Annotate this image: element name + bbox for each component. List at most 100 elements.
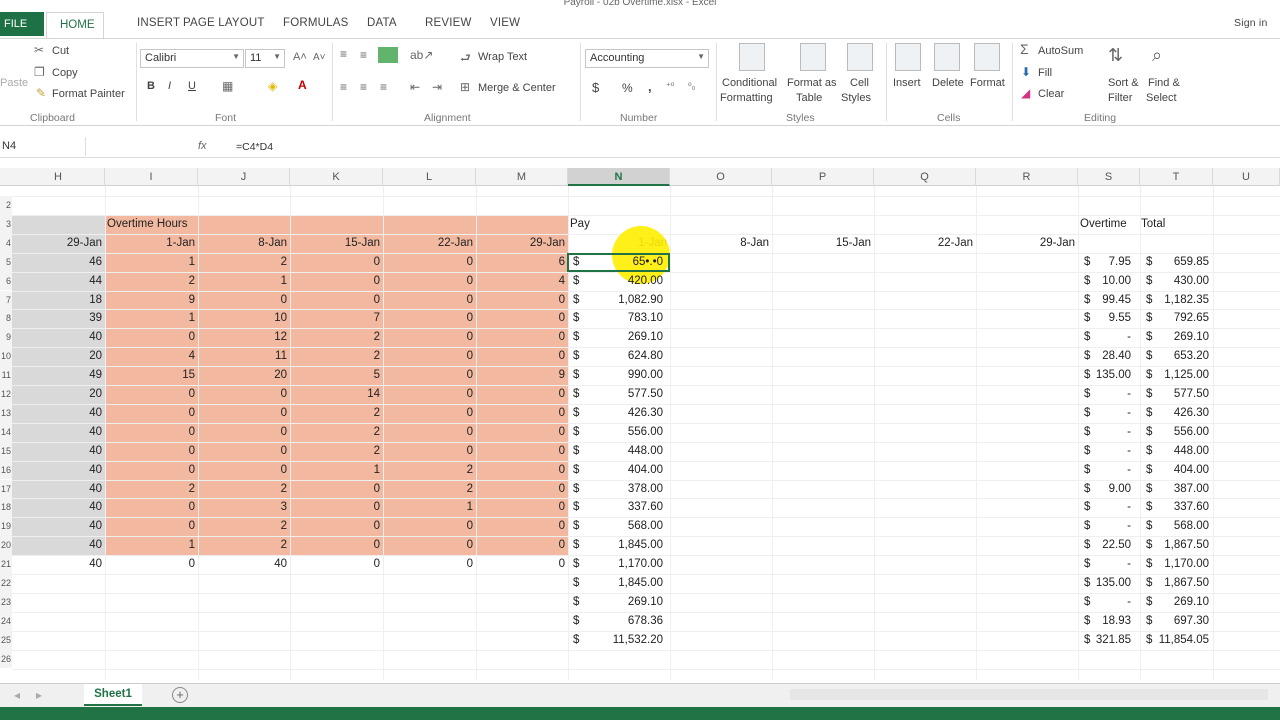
- hours-cell[interactable]: 40: [12, 517, 105, 536]
- overtime-cell[interactable]: -: [1094, 461, 1134, 480]
- hours-cell[interactable]: 7: [290, 309, 383, 328]
- sign-in-link[interactable]: Sign in: [1234, 17, 1268, 29]
- hours-cell[interactable]: 0: [476, 347, 568, 366]
- align-bottom-icon[interactable]: [378, 47, 398, 63]
- column-header-h[interactable]: H: [12, 168, 105, 186]
- hours-cell[interactable]: 0: [476, 309, 568, 328]
- hours-cell[interactable]: 1: [105, 536, 198, 555]
- hours-cell[interactable]: 1: [383, 498, 476, 517]
- date-header[interactable]: 1-Jan: [105, 234, 198, 253]
- hours-cell[interactable]: 0: [198, 461, 290, 480]
- pay-cell[interactable]: 990.00: [585, 366, 666, 385]
- hours-cell[interactable]: 2: [290, 347, 383, 366]
- format-cells-button[interactable]: Format: [970, 77, 1005, 89]
- hours-cell[interactable]: 39: [12, 309, 105, 328]
- hours-cell[interactable]: 0: [198, 404, 290, 423]
- hours-cell[interactable]: 6: [476, 253, 568, 272]
- align-middle-icon[interactable]: ≡: [360, 48, 367, 62]
- tab-formulas[interactable]: FORMULAS: [283, 17, 349, 29]
- hours-cell[interactable]: 2: [198, 536, 290, 555]
- hours-cell[interactable]: 0: [105, 442, 198, 461]
- hours-cell[interactable]: 0: [198, 423, 290, 442]
- row-number[interactable]: 15: [0, 441, 12, 461]
- summary-total-cell[interactable]: 269.10: [1156, 593, 1212, 612]
- summary-total-cell[interactable]: 11,854.05: [1156, 631, 1212, 650]
- hours-cell[interactable]: 0: [290, 498, 383, 517]
- hours-cell[interactable]: 5: [290, 366, 383, 385]
- hours-cell[interactable]: 0: [290, 536, 383, 555]
- hours-cell[interactable]: 1: [290, 461, 383, 480]
- pay-cell[interactable]: 556.00: [585, 423, 666, 442]
- tab-data[interactable]: DATA: [367, 17, 397, 29]
- summary-pay-cell[interactable]: 11,532.20: [585, 631, 666, 650]
- summary-pay-cell[interactable]: 678.36: [585, 612, 666, 631]
- date-header[interactable]: 29-Jan: [476, 234, 568, 253]
- total-cell[interactable]: 568.00: [1156, 517, 1212, 536]
- row-number[interactable]: 5: [0, 252, 12, 272]
- format-painter-button[interactable]: Format Painter: [52, 88, 125, 100]
- overtime-cell[interactable]: 10.00: [1094, 272, 1134, 291]
- worksheet-grid[interactable]: 2 3 4 5 6 7 8 9 10 11 12 13 14 15 16 17 18 19 20 21 22 23 24 25…: [0, 186, 1280, 680]
- grow-font-icon[interactable]: A˄: [293, 51, 307, 63]
- hours-cell[interactable]: 0: [105, 404, 198, 423]
- hours-cell[interactable]: 0: [383, 555, 476, 574]
- hours-cell[interactable]: 0: [290, 272, 383, 291]
- hours-cell[interactable]: 40: [12, 480, 105, 499]
- hours-cell[interactable]: 0: [476, 536, 568, 555]
- hours-cell[interactable]: 10: [198, 309, 290, 328]
- pay-date-header[interactable]: 29-Jan: [976, 234, 1078, 253]
- hours-cell[interactable]: 0: [383, 328, 476, 347]
- name-box[interactable]: N4: [0, 137, 86, 156]
- row-number[interactable]: 11: [0, 366, 12, 385]
- column-header-q[interactable]: Q: [874, 168, 976, 186]
- hours-cell[interactable]: 18: [12, 291, 105, 310]
- column-header-m[interactable]: M: [476, 168, 568, 186]
- column-header-n[interactable]: N: [568, 168, 670, 186]
- hours-cell[interactable]: 49: [12, 366, 105, 385]
- column-header-u[interactable]: U: [1213, 168, 1280, 186]
- hours-cell[interactable]: 0: [476, 555, 568, 574]
- hours-cell[interactable]: 0: [476, 517, 568, 536]
- hours-cell[interactable]: 14: [290, 385, 383, 404]
- total-cell[interactable]: 426.30: [1156, 404, 1212, 423]
- hours-cell[interactable]: 0: [290, 517, 383, 536]
- formula-input[interactable]: =C4*D4: [236, 141, 273, 153]
- hours-cell[interactable]: 0: [383, 517, 476, 536]
- hours-cell[interactable]: 0: [476, 385, 568, 404]
- insert-cells-button[interactable]: Insert: [893, 77, 921, 89]
- hours-cell[interactable]: 2: [290, 442, 383, 461]
- fill-button[interactable]: Fill: [1038, 67, 1052, 79]
- pay-cell[interactable]: 783.10: [585, 309, 666, 328]
- pay-cell[interactable]: 378.00: [585, 480, 666, 499]
- column-header-t[interactable]: T: [1140, 168, 1213, 186]
- summary-overtime-cell[interactable]: 135.00: [1094, 574, 1134, 593]
- hours-cell[interactable]: 2: [383, 480, 476, 499]
- find-select-button[interactable]: Find &: [1148, 77, 1180, 89]
- add-sheet-button[interactable]: +: [172, 687, 188, 703]
- clear-button[interactable]: Clear: [1038, 88, 1064, 100]
- comma-button[interactable]: ,: [648, 79, 652, 94]
- hours-cell[interactable]: 20: [12, 385, 105, 404]
- currency-button[interactable]: $: [592, 80, 599, 95]
- summary-overtime-cell[interactable]: 321.85: [1094, 631, 1134, 650]
- hours-cell[interactable]: 0: [383, 366, 476, 385]
- hours-cell[interactable]: 0: [105, 328, 198, 347]
- align-right-icon[interactable]: ≡: [380, 80, 387, 94]
- pay-cell[interactable]: 1,082.90: [585, 291, 666, 310]
- row-number[interactable]: 26: [0, 649, 12, 669]
- hours-cell[interactable]: 4: [476, 272, 568, 291]
- font-color-icon[interactable]: A: [298, 78, 307, 92]
- hours-cell[interactable]: 0: [105, 517, 198, 536]
- merge-center-button[interactable]: Merge & Center: [478, 82, 556, 94]
- hours-cell[interactable]: 0: [383, 385, 476, 404]
- overtime-column-title[interactable]: Overtime: [1080, 215, 1140, 234]
- total-cell[interactable]: 653.20: [1156, 347, 1212, 366]
- hours-cell[interactable]: 0: [198, 442, 290, 461]
- total-column-title[interactable]: Total: [1141, 215, 1200, 234]
- scroll-right-icon[interactable]: ▸: [36, 688, 42, 702]
- hours-cell[interactable]: 1: [198, 272, 290, 291]
- summary-pay-cell[interactable]: 1,845.00: [585, 574, 666, 593]
- column-header-r[interactable]: R: [976, 168, 1078, 186]
- increase-decimal-icon[interactable]: ⁺⁰: [666, 81, 674, 92]
- hours-cell[interactable]: 0: [383, 404, 476, 423]
